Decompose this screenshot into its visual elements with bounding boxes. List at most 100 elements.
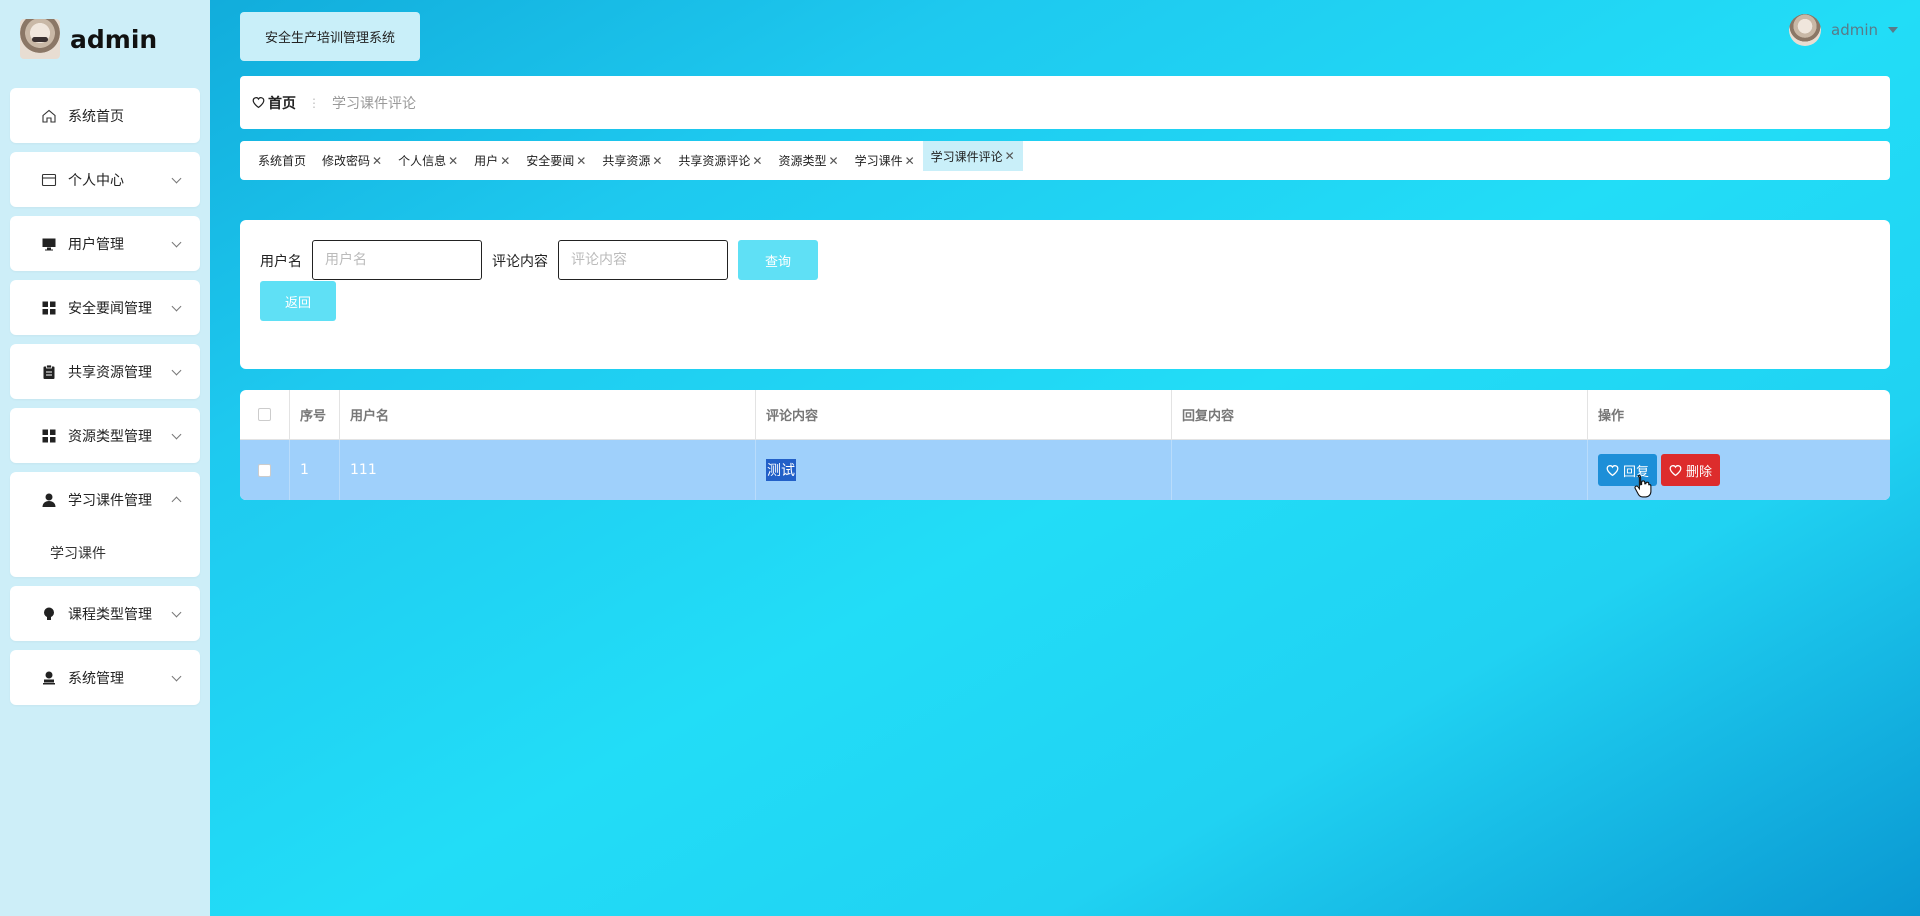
sidebar-item-personal-center[interactable]: 个人中心 bbox=[10, 152, 200, 207]
tag-label: 共享资源评论 bbox=[678, 154, 751, 168]
sidebar-item-label: 共享资源管理 bbox=[68, 364, 152, 381]
user-icon bbox=[41, 492, 57, 508]
tag-label: 修改密码 bbox=[322, 154, 371, 168]
close-icon[interactable]: ✕ bbox=[500, 154, 510, 168]
tag-shared-resource-comments[interactable]: 共享资源评论 ✕ bbox=[670, 147, 770, 174]
row-select-cell bbox=[240, 440, 290, 500]
sidebar-item-label: 系统首页 bbox=[68, 108, 124, 125]
breadcrumb-home-label: 首页 bbox=[268, 95, 296, 112]
breadcrumb-separator: ⋮ bbox=[308, 95, 320, 110]
close-icon[interactable]: ✕ bbox=[829, 154, 839, 168]
query-button[interactable]: 查询 bbox=[738, 240, 818, 280]
heart-icon bbox=[1606, 464, 1619, 476]
sidebar-item-label: 课程类型管理 bbox=[68, 606, 152, 623]
tag-safety-news[interactable]: 安全要闻 ✕ bbox=[518, 147, 594, 174]
sidebar-item-label: 系统管理 bbox=[68, 670, 124, 687]
column-header: 评论内容 bbox=[756, 390, 1172, 439]
submenu-item-courseware[interactable]: 学习课件 bbox=[50, 543, 106, 563]
chevron-down-icon bbox=[171, 607, 182, 617]
back-button[interactable]: 返回 bbox=[260, 281, 336, 321]
sidebar-item-system-management[interactable]: 系统管理 bbox=[10, 650, 200, 705]
select-all-cell bbox=[240, 390, 290, 439]
system-title: 安全生产培训管理系统 bbox=[240, 12, 420, 61]
close-icon[interactable]: ✕ bbox=[448, 154, 458, 168]
comment-label: 评论内容 bbox=[492, 254, 548, 270]
tag-resource-types[interactable]: 资源类型 ✕ bbox=[770, 147, 846, 174]
brand: admin bbox=[20, 18, 157, 60]
heart-icon bbox=[1669, 464, 1682, 476]
sidebar: admin 系统首页 个人中心 用户管理 安全要闻管理 共享资源管理 资源类型管… bbox=[0, 0, 210, 916]
username-label: 用户名 bbox=[260, 254, 302, 270]
sidebar-item-home[interactable]: 系统首页 bbox=[10, 88, 200, 143]
tag-courseware[interactable]: 学习课件 ✕ bbox=[847, 147, 923, 174]
row-comment: 测试 bbox=[766, 459, 796, 481]
tags-view: 系统首页 修改密码 ✕ 个人信息 ✕ 用户 ✕ 安全要闻 ✕ 共享资源 ✕ 共享资源评论 ✕… bbox=[240, 141, 1890, 180]
close-icon[interactable]: ✕ bbox=[652, 154, 662, 168]
select-all-checkbox[interactable] bbox=[258, 408, 271, 421]
sidebar-menu: 系统首页 个人中心 用户管理 安全要闻管理 共享资源管理 资源类型管理 学习课件… bbox=[10, 88, 200, 714]
bulb-icon bbox=[41, 606, 57, 622]
tag-label: 系统首页 bbox=[258, 154, 307, 168]
avatar bbox=[1789, 14, 1821, 46]
close-icon[interactable]: ✕ bbox=[576, 154, 586, 168]
sidebar-item-shared-resources[interactable]: 共享资源管理 bbox=[10, 344, 200, 399]
close-icon[interactable]: ✕ bbox=[905, 154, 915, 168]
sidebar-item-label: 个人中心 bbox=[68, 172, 124, 189]
sidebar-item-label: 安全要闻管理 bbox=[68, 300, 152, 317]
tag-label: 资源类型 bbox=[778, 154, 827, 168]
tag-change-password[interactable]: 修改密码 ✕ bbox=[314, 147, 390, 174]
tag-label: 学习课件评论 bbox=[930, 149, 1003, 164]
username-input[interactable] bbox=[312, 240, 482, 280]
grid-icon bbox=[41, 428, 57, 444]
tag-label: 学习课件 bbox=[854, 154, 903, 168]
table-header: 序号 用户名 评论内容 回复内容 操作 bbox=[240, 390, 1890, 440]
clipboard-icon bbox=[41, 364, 57, 380]
tag-label: 个人信息 bbox=[398, 154, 447, 168]
column-header: 回复内容 bbox=[1172, 390, 1588, 439]
sidebar-item-safety-news[interactable]: 安全要闻管理 bbox=[10, 280, 200, 335]
row-reply bbox=[1172, 440, 1588, 500]
search-panel: 用户名 评论内容 查询 返回 bbox=[240, 220, 1890, 369]
user-menu[interactable]: admin bbox=[1789, 14, 1898, 46]
row-index: 1 bbox=[290, 440, 340, 500]
tag-courseware-comments[interactable]: 学习课件评论 ✕ bbox=[922, 141, 1023, 171]
caret-down-icon bbox=[1888, 27, 1898, 33]
chevron-down-icon bbox=[171, 671, 182, 681]
delete-button[interactable]: 删除 bbox=[1661, 454, 1721, 486]
tag-label: 安全要闻 bbox=[526, 154, 575, 168]
row-username: 111 bbox=[340, 440, 756, 500]
column-header: 操作 bbox=[1598, 409, 1625, 424]
tag-home[interactable]: 系统首页 bbox=[250, 147, 314, 174]
sidebar-item-course-types[interactable]: 课程类型管理 bbox=[10, 586, 200, 641]
row-checkbox[interactable] bbox=[258, 463, 271, 477]
tag-user[interactable]: 用户 ✕ bbox=[466, 147, 518, 174]
breadcrumb: 首页 ⋮ 学习课件评论 bbox=[240, 76, 1890, 129]
close-icon[interactable]: ✕ bbox=[1005, 149, 1015, 163]
sidebar-item-resource-types[interactable]: 资源类型管理 bbox=[10, 408, 200, 463]
tag-personal-info[interactable]: 个人信息 ✕ bbox=[390, 147, 466, 174]
sidebar-item-label: 用户管理 bbox=[68, 236, 124, 253]
calendar-icon bbox=[41, 172, 57, 188]
heart-icon bbox=[252, 97, 265, 109]
column-header: 用户名 bbox=[340, 390, 756, 439]
chevron-down-icon bbox=[171, 365, 182, 375]
comment-input[interactable] bbox=[558, 240, 728, 280]
close-icon[interactable]: ✕ bbox=[752, 154, 762, 168]
stamp-icon bbox=[41, 670, 57, 686]
column-header: 序号 bbox=[290, 390, 340, 439]
sidebar-item-label: 学习课件管理 bbox=[68, 492, 152, 509]
chevron-down-icon bbox=[171, 429, 182, 439]
monitor-icon bbox=[41, 236, 57, 252]
row-comment-cell: 测试 bbox=[756, 440, 1172, 500]
breadcrumb-home[interactable]: 首页 bbox=[252, 93, 296, 113]
close-icon[interactable]: ✕ bbox=[372, 154, 382, 168]
sidebar-item-courseware[interactable]: 学习课件管理 学习课件 bbox=[10, 472, 200, 577]
chevron-up-icon bbox=[171, 496, 182, 506]
sidebar-item-user-management[interactable]: 用户管理 bbox=[10, 216, 200, 271]
home-icon bbox=[41, 108, 57, 124]
hand-cursor-icon bbox=[1634, 474, 1652, 498]
tag-label: 共享资源 bbox=[602, 154, 651, 168]
tag-shared-resources[interactable]: 共享资源 ✕ bbox=[594, 147, 670, 174]
brand-avatar bbox=[20, 19, 60, 59]
tag-label: 用户 bbox=[474, 154, 499, 168]
